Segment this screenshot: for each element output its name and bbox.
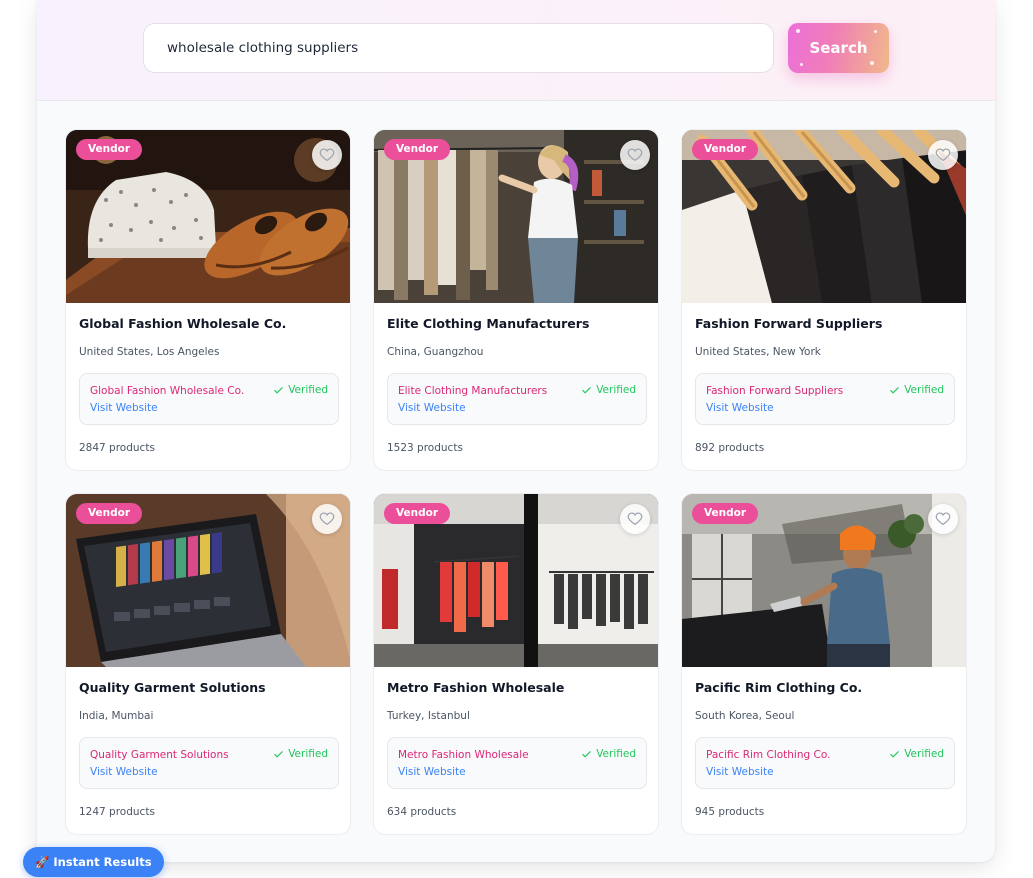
product-count: 634 products [387, 806, 457, 818]
product-count: 945 products [695, 806, 765, 818]
vendor-name: Quality Garment Solutions [90, 749, 229, 761]
heart-icon [319, 512, 335, 526]
vendor-card[interactable]: Vendor Quality Garment Solutions India, … [65, 493, 351, 835]
vendor-title: Fashion Forward Suppliers [695, 316, 883, 331]
verified-label: Verified [288, 384, 328, 396]
vendor-card[interactable]: Vendor Metro Fashion Wholesale Turkey, I… [373, 493, 659, 835]
vendor-badge: Vendor [76, 139, 143, 160]
vendor-name: Metro Fashion Wholesale [398, 749, 529, 761]
verified-status: Verified [581, 748, 636, 760]
product-count: 892 products [695, 442, 765, 454]
verified-status: Verified [581, 384, 636, 396]
vendor-badge: Vendor [692, 503, 759, 524]
product-image-woman-browsing-rack: Vendor [374, 130, 658, 303]
visit-website-link[interactable]: Visit Website [90, 766, 158, 778]
vendor-card[interactable]: Vendor Elite Clothing Manufacturers Chin… [373, 129, 659, 471]
vendor-badge: Vendor [692, 139, 759, 160]
favorite-button[interactable] [312, 504, 342, 534]
favorite-button[interactable] [928, 504, 958, 534]
heart-icon [627, 148, 643, 162]
product-count: 2847 products [79, 442, 155, 454]
visit-website-link[interactable]: Visit Website [90, 402, 158, 414]
visit-website-link[interactable]: Visit Website [398, 402, 466, 414]
vendor-title: Pacific Rim Clothing Co. [695, 680, 863, 695]
favorite-button[interactable] [620, 504, 650, 534]
heart-icon [935, 148, 951, 162]
visit-website-link[interactable]: Visit Website [398, 766, 466, 778]
vendor-badge: Vendor [384, 139, 451, 160]
search-input[interactable] [143, 23, 774, 73]
favorite-button[interactable] [928, 140, 958, 170]
verified-label: Verified [904, 748, 944, 760]
vendor-card[interactable]: Vendor Fashion Forward Suppliers United … [681, 129, 967, 471]
verified-status: Verified [889, 748, 944, 760]
vendor-location: South Korea, Seoul [695, 710, 795, 722]
check-icon [890, 386, 899, 393]
visit-website-link[interactable]: Visit Website [706, 402, 774, 414]
vendor-info-box: Global Fashion Wholesale Co. Visit Websi… [79, 373, 339, 425]
check-icon [274, 386, 283, 393]
check-icon [582, 750, 591, 757]
product-count: 1247 products [79, 806, 155, 818]
instant-results-button[interactable]: 🚀 Instant Results [23, 847, 164, 877]
vendor-card[interactable]: Vendor Global Fashion Wholesale Co. Unit… [65, 129, 351, 471]
check-icon [274, 750, 283, 757]
vendor-card[interactable]: Vendor Pacific Rim Clothing Co. South Ko… [681, 493, 967, 835]
product-image-man-working-laptop: Vendor [682, 494, 966, 667]
vendor-location: Turkey, Istanbul [387, 710, 470, 722]
verified-status: Verified [273, 748, 328, 760]
vendor-info-box: Metro Fashion Wholesale Visit Website Ve… [387, 737, 647, 789]
vendor-name: Elite Clothing Manufacturers [398, 385, 548, 397]
search-button[interactable]: Search [788, 23, 889, 73]
product-image-laptop-clothing-catalog: Vendor [66, 494, 350, 667]
verified-label: Verified [596, 748, 636, 760]
vendor-info-box: Quality Garment Solutions Visit Website … [79, 737, 339, 789]
heart-icon [627, 512, 643, 526]
vendor-badge: Vendor [384, 503, 451, 524]
heart-icon [935, 512, 951, 526]
search-bar-section: Search [37, 0, 995, 101]
vendor-location: India, Mumbai [79, 710, 154, 722]
app-frame: Search [37, 0, 995, 862]
heart-icon [319, 148, 335, 162]
product-image-wooden-hangers: Vendor [682, 130, 966, 303]
vendor-title: Global Fashion Wholesale Co. [79, 316, 287, 331]
vendor-title: Quality Garment Solutions [79, 680, 266, 695]
search-button-label: Search [809, 39, 868, 57]
vendor-title: Elite Clothing Manufacturers [387, 316, 590, 331]
vendor-name: Pacific Rim Clothing Co. [706, 749, 831, 761]
vendor-badge: Vendor [76, 503, 143, 524]
verified-label: Verified [288, 748, 328, 760]
favorite-button[interactable] [620, 140, 650, 170]
verified-label: Verified [596, 384, 636, 396]
vendor-info-box: Fashion Forward Suppliers Visit Website … [695, 373, 955, 425]
favorite-button[interactable] [312, 140, 342, 170]
check-icon [582, 386, 591, 393]
vendor-location: United States, New York [695, 346, 821, 358]
product-image-shirts-and-shoes: Vendor [66, 130, 350, 303]
vendor-info-box: Elite Clothing Manufacturers Visit Websi… [387, 373, 647, 425]
vendor-title: Metro Fashion Wholesale [387, 680, 565, 695]
verified-status: Verified [273, 384, 328, 396]
check-icon [890, 750, 899, 757]
verified-status: Verified [889, 384, 944, 396]
visit-website-link[interactable]: Visit Website [706, 766, 774, 778]
vendor-location: China, Guangzhou [387, 346, 484, 358]
vendor-info-box: Pacific Rim Clothing Co. Visit Website V… [695, 737, 955, 789]
verified-label: Verified [904, 384, 944, 396]
product-count: 1523 products [387, 442, 463, 454]
vendor-location: United States, Los Angeles [79, 346, 220, 358]
product-image-boutique-interior: Vendor [374, 494, 658, 667]
vendor-name: Global Fashion Wholesale Co. [90, 385, 245, 397]
instant-results-label: 🚀 Instant Results [35, 855, 152, 869]
vendor-name: Fashion Forward Suppliers [706, 385, 844, 397]
